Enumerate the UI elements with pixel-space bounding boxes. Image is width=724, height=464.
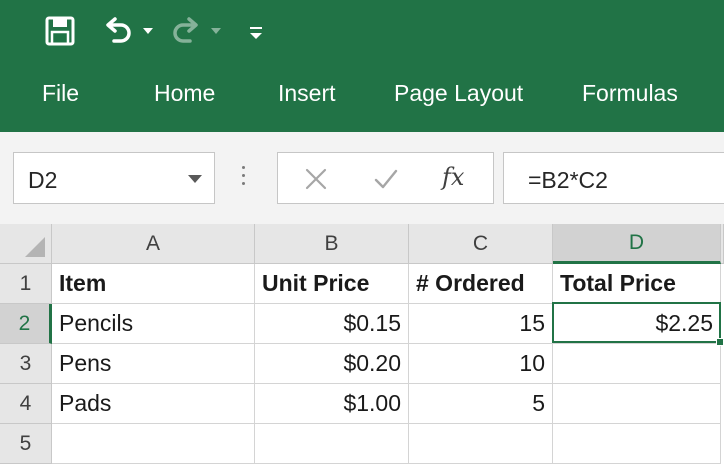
column-header-b[interactable]: B — [255, 224, 409, 264]
cell-a2[interactable]: Pencils — [52, 304, 255, 344]
row-header-4[interactable]: 4 — [0, 384, 52, 424]
column-header-d[interactable]: D — [553, 224, 721, 264]
cell-b3[interactable]: $0.20 — [255, 344, 409, 384]
formula-text: =B2*C2 — [528, 167, 608, 193]
cell-a1[interactable]: Item — [52, 264, 255, 304]
fill-handle[interactable] — [716, 338, 724, 346]
cell-c4[interactable]: 5 — [409, 384, 553, 424]
cell-b5[interactable] — [255, 424, 409, 464]
name-box[interactable]: D2 — [13, 152, 215, 204]
undo-icon[interactable] — [100, 13, 136, 49]
cell-a3[interactable]: Pens — [52, 344, 255, 384]
formula-bar: D2 fx =B2*C2 — [0, 132, 724, 224]
row-header-3[interactable]: 3 — [0, 344, 52, 384]
cell-a5[interactable] — [52, 424, 255, 464]
redo-icon[interactable] — [168, 13, 204, 49]
column-header-a[interactable]: A — [52, 224, 255, 264]
enter-check-icon[interactable] — [372, 165, 400, 193]
customize-qat-icon[interactable] — [246, 18, 266, 48]
insert-function-button[interactable]: fx — [442, 163, 464, 191]
cell-c3[interactable]: 10 — [409, 344, 553, 384]
formula-input[interactable]: =B2*C2 — [503, 152, 724, 204]
formula-bar-resize-handle[interactable] — [242, 166, 246, 188]
tab-insert[interactable]: Insert — [278, 80, 336, 107]
redo-dropdown-icon[interactable] — [208, 18, 224, 44]
tab-file[interactable]: File — [42, 80, 79, 107]
formula-buttons: fx — [277, 152, 494, 204]
column-header-c[interactable]: C — [409, 224, 553, 264]
row-header-5[interactable]: 5 — [0, 424, 52, 464]
cancel-icon[interactable] — [302, 165, 330, 193]
tab-formulas[interactable]: Formulas — [582, 80, 678, 107]
cell-d3[interactable] — [553, 344, 721, 384]
worksheet-grid: A B C D 1 2 3 4 5 Item Unit Price # Orde… — [0, 224, 724, 464]
cell-b4[interactable]: $1.00 — [255, 384, 409, 424]
ribbon: File Home Insert Page Layout Formulas — [0, 0, 724, 132]
cell-c2[interactable]: 15 — [409, 304, 553, 344]
undo-dropdown-icon[interactable] — [140, 18, 156, 44]
cell-d4[interactable] — [553, 384, 721, 424]
cell-d1[interactable]: Total Price — [553, 264, 721, 304]
cell-b1[interactable]: Unit Price — [255, 264, 409, 304]
cell-c5[interactable] — [409, 424, 553, 464]
select-all-button[interactable] — [0, 224, 52, 264]
row-header-1[interactable]: 1 — [0, 264, 52, 304]
cell-c1[interactable]: # Ordered — [409, 264, 553, 304]
name-box-dropdown-icon[interactable] — [188, 175, 202, 183]
name-box-value: D2 — [28, 167, 58, 193]
tab-home[interactable]: Home — [154, 80, 215, 107]
save-icon[interactable] — [42, 13, 78, 49]
tab-page-layout[interactable]: Page Layout — [394, 80, 523, 107]
active-cell-outline — [552, 302, 721, 343]
row-header-2[interactable]: 2 — [0, 304, 52, 344]
cell-d5[interactable] — [553, 424, 721, 464]
cell-b2[interactable]: $0.15 — [255, 304, 409, 344]
cell-a4[interactable]: Pads — [52, 384, 255, 424]
